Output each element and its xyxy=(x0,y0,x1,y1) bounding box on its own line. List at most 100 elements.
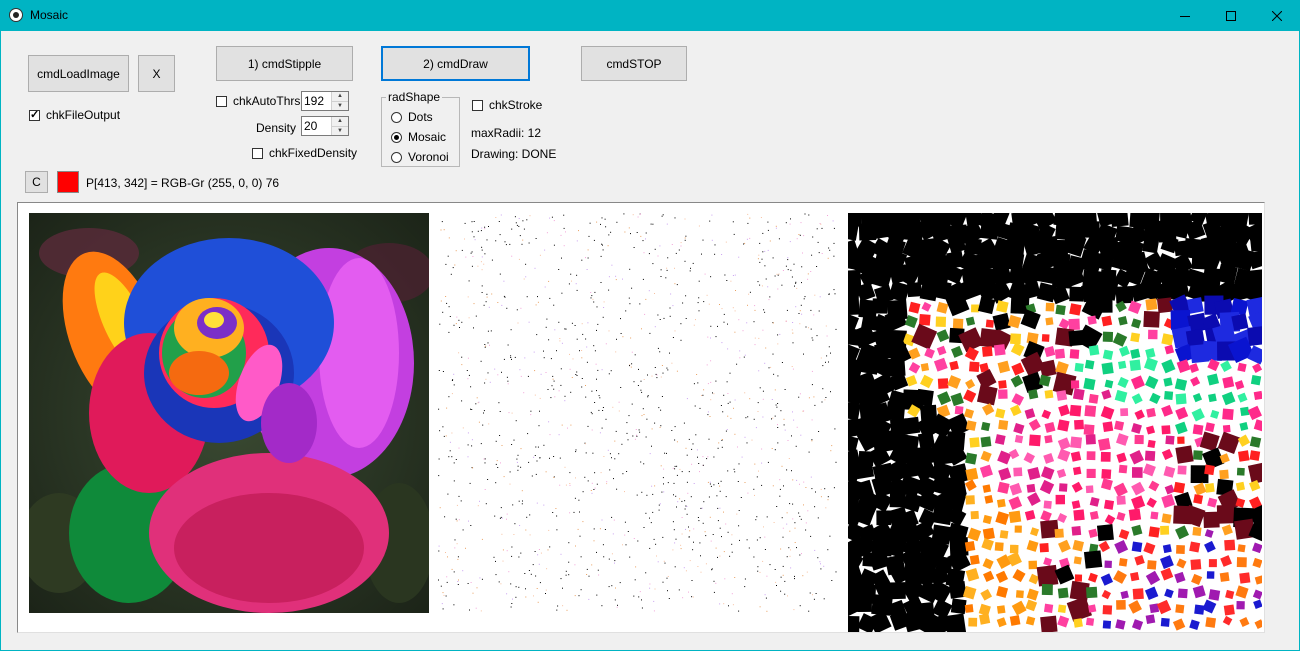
stipple-dot xyxy=(495,463,497,465)
stipple-dot xyxy=(787,257,789,259)
spin-down-icon[interactable]: ▼ xyxy=(332,125,348,135)
minimize-button[interactable] xyxy=(1162,0,1208,31)
close-image-button[interactable]: X xyxy=(138,55,175,92)
radio-dots[interactable]: Dots xyxy=(391,110,433,124)
stipple-dot xyxy=(725,523,727,525)
spin-up-icon[interactable]: ▲ xyxy=(332,92,348,101)
maximize-button[interactable] xyxy=(1208,0,1254,31)
stipple-dot xyxy=(678,589,680,591)
stipple-dot xyxy=(563,245,565,247)
output-canvas[interactable] xyxy=(17,202,1265,633)
fixed-density-checkbox-box[interactable] xyxy=(252,147,263,159)
mosaic-tile xyxy=(963,389,977,403)
stipple-dot xyxy=(818,310,820,312)
stipple-dot xyxy=(615,279,617,281)
stipple-dot xyxy=(473,236,475,238)
auto-thrs-spinner-arrows[interactable]: ▲ ▼ xyxy=(331,92,348,110)
density-spinner-arrows[interactable]: ▲ ▼ xyxy=(331,117,348,135)
file-output-checkbox-box[interactable] xyxy=(29,108,40,121)
stipple-dot xyxy=(830,450,832,452)
stipple-dot xyxy=(627,439,629,441)
auto-thrs-checkbox[interactable]: chkAutoThrs xyxy=(216,94,300,108)
auto-thrs-value[interactable]: 192 xyxy=(302,92,331,110)
stipple-dot xyxy=(448,306,450,308)
stipple-dot xyxy=(723,394,725,396)
mosaic-tile xyxy=(1118,557,1128,567)
stipple-dot xyxy=(725,496,727,498)
stipple-dot xyxy=(775,404,777,406)
stroke-checkbox[interactable]: chkStroke xyxy=(472,98,542,112)
radio-mosaic-dot[interactable] xyxy=(391,131,402,143)
stipple-dot xyxy=(815,593,817,594)
clear-button[interactable]: C xyxy=(25,171,48,193)
stipple-dot xyxy=(469,482,471,484)
stipple-dot xyxy=(591,482,593,484)
stop-button[interactable]: cmdSTOP xyxy=(581,46,687,81)
mosaic-tile xyxy=(1102,349,1114,361)
radio-voronoi[interactable]: Voronoi xyxy=(391,150,449,164)
stipple-button[interactable]: 1) cmdStipple xyxy=(216,46,353,81)
stipple-dot xyxy=(514,216,516,218)
radio-dots-dot[interactable] xyxy=(391,111,402,123)
stipple-dot xyxy=(672,305,674,307)
mosaic-tile xyxy=(1168,278,1190,300)
mosaic-tile xyxy=(1192,392,1203,403)
app-icon[interactable] xyxy=(9,8,23,22)
stipple-dot xyxy=(707,383,709,385)
stipple-dot xyxy=(636,494,638,496)
stipple-dot xyxy=(819,296,821,298)
stipple-dot xyxy=(692,549,694,551)
stipple-dot xyxy=(526,296,528,298)
stipple-dot xyxy=(686,506,688,507)
stipple-dot xyxy=(641,415,643,417)
stipple-dot xyxy=(587,322,589,324)
mosaic-tile xyxy=(1160,525,1170,535)
stipple-dot xyxy=(685,505,687,507)
stipple-dot xyxy=(647,374,648,376)
stipple-dot xyxy=(834,428,836,430)
spin-up-icon[interactable]: ▲ xyxy=(332,117,348,126)
mosaic-tile xyxy=(1128,508,1142,521)
radio-voronoi-dot[interactable] xyxy=(391,151,402,163)
stroke-checkbox-box[interactable] xyxy=(472,99,483,111)
stipple-dot xyxy=(829,535,831,537)
fixed-density-checkbox[interactable]: chkFixedDensity xyxy=(252,146,357,160)
stipple-dot xyxy=(624,534,626,536)
stipple-dot xyxy=(457,556,459,558)
window-title: Mosaic xyxy=(30,8,69,22)
stipple-dot xyxy=(654,485,656,487)
stipple-dot xyxy=(469,609,470,611)
stipple-dot xyxy=(688,526,689,528)
stipple-dot xyxy=(777,334,779,336)
density-spinner[interactable]: 20 ▲ ▼ xyxy=(301,116,349,136)
stipple-dot xyxy=(599,397,601,399)
density-value[interactable]: 20 xyxy=(302,117,331,135)
stipple-dot xyxy=(676,370,678,372)
stipple-dot xyxy=(792,479,794,481)
stipple-dot xyxy=(552,378,554,380)
stipple-dot xyxy=(795,282,797,284)
spin-down-icon[interactable]: ▼ xyxy=(332,100,348,110)
load-image-button[interactable]: cmdLoadImage xyxy=(28,55,129,92)
auto-thrs-checkbox-box[interactable] xyxy=(216,95,227,107)
file-output-checkbox[interactable]: chkFileOutput xyxy=(29,108,120,122)
stipple-dot xyxy=(688,438,690,440)
stipple-dot xyxy=(660,409,662,411)
draw-button[interactable]: 2) cmdDraw xyxy=(381,46,530,81)
stipple-dot xyxy=(805,529,807,531)
radio-mosaic[interactable]: Mosaic xyxy=(391,130,446,144)
stipple-dot xyxy=(491,293,493,295)
mosaic-tile xyxy=(1205,617,1217,628)
stipple-dot xyxy=(811,488,813,490)
mosaic-tile xyxy=(907,282,922,298)
auto-thrs-spinner[interactable]: 192 ▲ ▼ xyxy=(301,91,349,111)
close-button[interactable] xyxy=(1254,0,1300,31)
mosaic-tile xyxy=(1041,334,1050,342)
stipple-dot xyxy=(528,242,530,244)
stipple-dot xyxy=(666,223,668,225)
stipple-dot xyxy=(526,516,528,518)
stipple-dot xyxy=(679,498,681,500)
stipple-dot xyxy=(796,547,797,549)
stipple-dot xyxy=(468,374,470,376)
stipple-dot xyxy=(659,351,661,353)
